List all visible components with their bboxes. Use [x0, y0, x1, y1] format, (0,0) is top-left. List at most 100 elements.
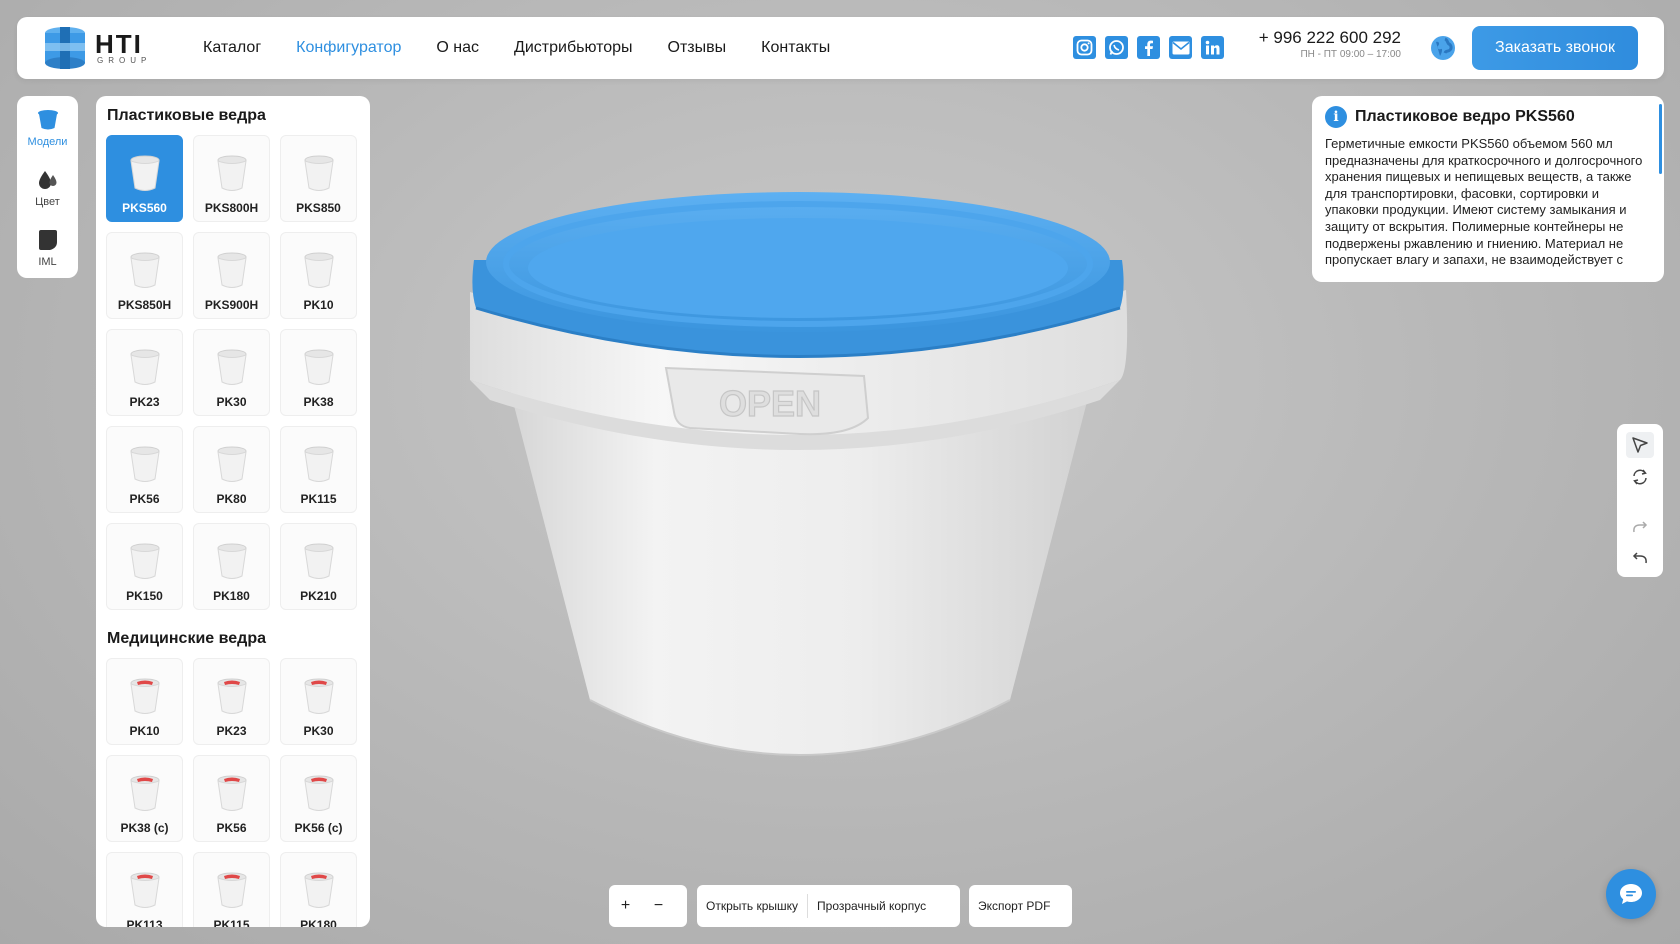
bucket-thumbnail	[303, 543, 334, 579]
model-card[interactable]: PKS850	[280, 135, 357, 222]
chat-button[interactable]	[1606, 869, 1656, 919]
social-links	[1073, 36, 1224, 59]
bucket-thumbnail	[303, 349, 334, 385]
zoom-controls: + −	[609, 885, 687, 927]
model-card[interactable]: PK10	[106, 658, 183, 745]
model-card[interactable]: PKS850H	[106, 232, 183, 319]
working-hours: ПН - ПТ 09:00 – 17:00	[1300, 49, 1401, 60]
mail-icon[interactable]	[1169, 36, 1192, 59]
model-card[interactable]: PK210	[280, 523, 357, 610]
model-card[interactable]: PKS800H	[193, 135, 270, 222]
3d-viewport[interactable]: OPEN	[462, 190, 1200, 840]
product-info-panel: i Пластиковое ведро PKS560 Герметичные е…	[1312, 96, 1664, 282]
rail-iml[interactable]: IML	[36, 228, 60, 278]
rail-models[interactable]: Модели	[27, 108, 68, 158]
model-card-label: PK150	[126, 589, 163, 603]
nav-distributors[interactable]: Дистрибьюторы	[514, 39, 633, 57]
info-icon: i	[1325, 106, 1347, 128]
main-nav: Каталог Конфигуратор О нас Дистрибьюторы…	[203, 17, 830, 79]
bucket-thumbnail	[303, 872, 334, 908]
model-card[interactable]: PK38	[280, 329, 357, 416]
model-card-label: PK115	[300, 492, 337, 506]
request-call-button[interactable]: Заказать звонок	[1472, 26, 1638, 70]
medical-models-grid: PK10 PK23 PK30 PK38 (c) PK56 PK56 (c) PK113 PK1…	[106, 658, 360, 927]
model-card[interactable]: PK180	[280, 852, 357, 927]
plastic-models-grid: PKS560 PKS800H PKS850 PKS850H PKS900H PK10 PK2…	[106, 135, 360, 610]
medical-section-title: Медицинские ведра	[107, 630, 266, 647]
header: HTI GROUP Каталог Конфигуратор О нас Дис…	[17, 17, 1664, 79]
bucket-thumbnail	[129, 252, 160, 288]
zoom-out-button[interactable]: −	[642, 885, 675, 927]
model-card-label: PKS850	[296, 201, 341, 215]
model-card[interactable]: PK38 (c)	[106, 755, 183, 842]
bucket-thumbnail	[129, 446, 160, 482]
model-card[interactable]: PK150	[106, 523, 183, 610]
bucket-thumbnail	[129, 775, 160, 811]
cursor-icon[interactable]	[1626, 432, 1654, 458]
model-card-label: PK23	[216, 724, 247, 738]
open-lid-button[interactable]: Открыть крышку	[697, 885, 807, 927]
bucket-thumbnail	[303, 775, 334, 811]
instagram-icon[interactable]	[1073, 36, 1096, 59]
model-card-label: PKS850H	[117, 298, 172, 312]
facebook-icon[interactable]	[1137, 36, 1160, 59]
logo-subtext: GROUP	[97, 56, 152, 65]
undo-icon[interactable]	[1626, 545, 1654, 571]
linkedin-icon[interactable]	[1201, 36, 1224, 59]
bucket-thumbnail	[129, 872, 160, 908]
model-card[interactable]: PK115	[193, 852, 270, 927]
transparent-body-button[interactable]: Прозрачный корпус	[808, 885, 935, 927]
phone-number[interactable]: + 996 222 600 292	[1251, 28, 1401, 48]
bucket-thumbnail	[303, 155, 334, 191]
rail-color-label: Цвет	[35, 196, 60, 208]
drops-icon	[38, 171, 56, 189]
model-card[interactable]: PK10	[280, 232, 357, 319]
rail-models-label: Модели	[27, 136, 68, 148]
model-card-label: PK113	[126, 918, 163, 927]
model-card[interactable]: PK30	[280, 658, 357, 745]
model-card-label: PK23	[129, 395, 160, 409]
model-card[interactable]: PKS560	[106, 135, 183, 222]
model-card-label: PK38 (c)	[120, 821, 169, 835]
models-panel: Пластиковые ведра PKS560 PKS800H PKS850 PKS…	[96, 96, 370, 927]
export-pdf-button[interactable]: Экспорт PDF	[969, 885, 1059, 927]
model-card-label: PK38	[303, 395, 334, 409]
view-tools	[1617, 424, 1663, 577]
globe-icon[interactable]	[1430, 35, 1456, 61]
bucket-thumbnail	[129, 155, 160, 191]
model-card[interactable]: PK80	[193, 426, 270, 513]
model-card-label: PK10	[303, 298, 334, 312]
info-scrollbar[interactable]	[1659, 104, 1662, 174]
nav-about[interactable]: О нас	[436, 39, 479, 57]
model-card[interactable]: PK23	[106, 329, 183, 416]
side-rail: Модели Цвет IML	[17, 96, 78, 278]
model-card[interactable]: PK56 (c)	[280, 755, 357, 842]
model-card-label: PK30	[216, 395, 247, 409]
logo[interactable]: HTI GROUP	[41, 25, 181, 71]
logo-mark	[41, 25, 89, 71]
nav-contacts[interactable]: Контакты	[761, 39, 830, 57]
nav-reviews[interactable]: Отзывы	[668, 39, 727, 57]
model-card[interactable]: PK23	[193, 658, 270, 745]
redo-icon[interactable]	[1626, 514, 1654, 540]
nav-configurator[interactable]: Конфигуратор	[296, 39, 401, 57]
nav-catalog[interactable]: Каталог	[203, 39, 261, 57]
bucket-thumbnail	[216, 543, 247, 579]
model-card[interactable]: PK30	[193, 329, 270, 416]
model-card[interactable]: PK56	[193, 755, 270, 842]
model-card-label: PK80	[216, 492, 247, 506]
model-card[interactable]: PKS900H	[193, 232, 270, 319]
model-card[interactable]: PK115	[280, 426, 357, 513]
whatsapp-icon[interactable]	[1105, 36, 1128, 59]
bucket-thumbnail	[129, 349, 160, 385]
model-card-label: PK56 (c)	[294, 821, 343, 835]
rail-color[interactable]: Цвет	[35, 168, 60, 218]
model-card[interactable]: PK180	[193, 523, 270, 610]
zoom-in-button[interactable]: +	[609, 885, 642, 927]
rotate-icon[interactable]	[1626, 464, 1654, 490]
model-card-label: PK180	[213, 589, 250, 603]
model-card[interactable]: PK56	[106, 426, 183, 513]
model-card-label: PKS800H	[204, 201, 259, 215]
model-card[interactable]: PK113	[106, 852, 183, 927]
chat-icon	[1620, 884, 1642, 904]
